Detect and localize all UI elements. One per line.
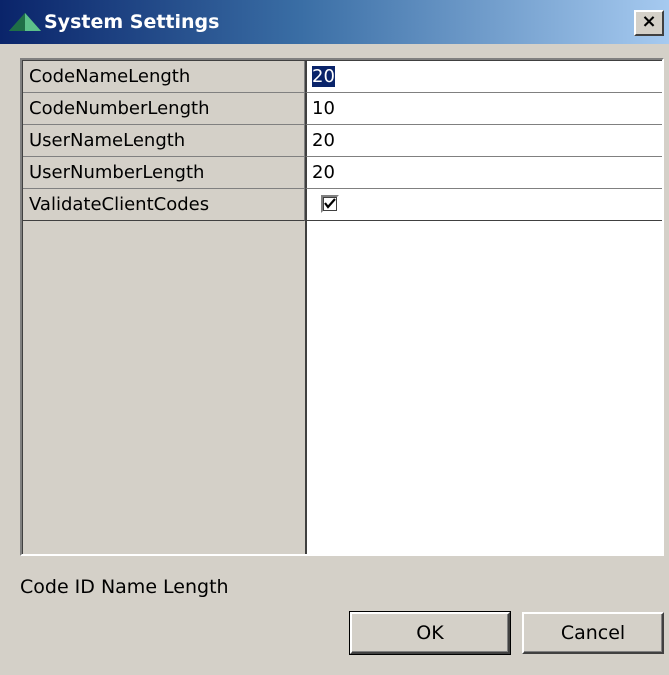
property-row-usernamelength[interactable]: UserNameLength 20	[23, 125, 662, 157]
close-icon: ×	[641, 11, 657, 32]
close-button[interactable]: ×	[634, 10, 664, 36]
user-number-length-input[interactable]: 20	[305, 157, 662, 189]
property-label[interactable]: ValidateClientCodes	[23, 189, 305, 221]
value-column-empty-area	[305, 221, 662, 554]
validate-client-codes-checkbox[interactable]	[321, 195, 339, 213]
green-pyramid-icon	[9, 13, 41, 31]
validate-client-codes-cell[interactable]	[305, 189, 662, 221]
property-label[interactable]: UserNameLength	[23, 125, 305, 157]
property-label[interactable]: CodeNumberLength	[23, 93, 305, 125]
selected-value-text[interactable]: 20	[312, 66, 335, 87]
window-title: System Settings	[44, 11, 220, 33]
code-name-length-input[interactable]: 20	[305, 61, 662, 93]
property-row-codenumberlength[interactable]: CodeNumberLength 10	[23, 93, 662, 125]
property-label[interactable]: UserNumberLength	[23, 157, 305, 189]
checkmark-icon	[324, 198, 336, 209]
property-grid: CodeNameLength 20 CodeNumberLength 10 Us…	[20, 58, 664, 556]
title-bar[interactable]: System Settings ×	[0, 0, 669, 44]
code-number-length-input[interactable]: 10	[305, 93, 662, 125]
property-label[interactable]: CodeNameLength	[23, 61, 305, 93]
property-row-validateclientcodes[interactable]: ValidateClientCodes	[23, 189, 662, 221]
cancel-button[interactable]: Cancel	[522, 612, 664, 654]
property-description: Code ID Name Length	[20, 576, 229, 598]
property-row-usernumberlength[interactable]: UserNumberLength 20	[23, 157, 662, 189]
ok-button[interactable]: OK	[349, 611, 511, 655]
system-settings-dialog: System Settings × CodeNameLength 20 Code…	[0, 0, 669, 675]
user-name-length-input[interactable]: 20	[305, 125, 662, 157]
property-row-codenamelength[interactable]: CodeNameLength 20	[23, 61, 662, 93]
